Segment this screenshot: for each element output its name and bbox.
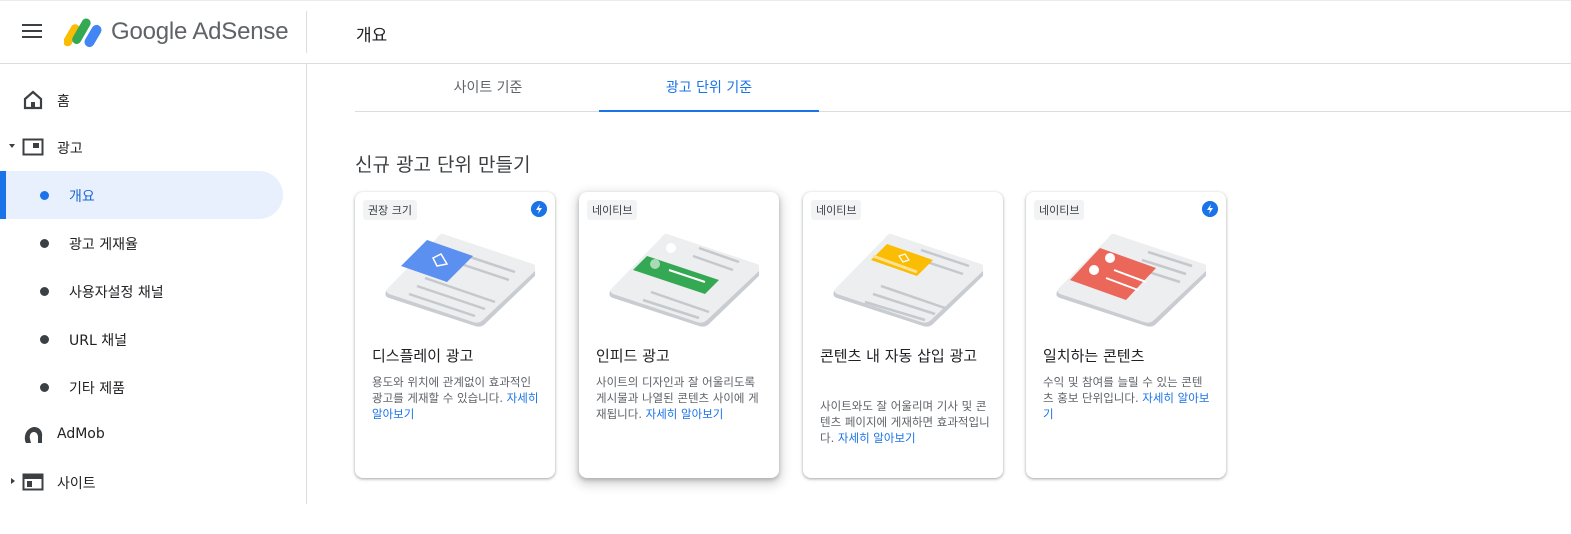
card-title: 인피드 광고 — [596, 347, 670, 365]
card-description: 용도와 위치에 관계없이 효과적인 광고를 게재할 수 있습니다. 자세히 알아… — [372, 374, 542, 422]
card-badge: 네이티브 — [587, 200, 638, 220]
in-article-ad-illustration — [833, 233, 983, 327]
card-badge: 네이티브 — [1034, 200, 1085, 220]
caret-right-icon[interactable] — [11, 478, 15, 484]
top-app-bar: Google AdSense 개요 — [0, 0, 1571, 64]
matched-content-illustration — [1056, 233, 1206, 327]
sites-icon — [22, 473, 44, 491]
sidebar-item-admob[interactable]: AdMob — [0, 411, 283, 459]
card-title: 일치하는 콘텐츠 — [1043, 347, 1145, 365]
bullet-icon — [40, 287, 49, 296]
card-title: 디스플레이 광고 — [372, 347, 474, 365]
card-badge: 네이티브 — [811, 200, 862, 220]
learn-more-link[interactable]: 자세히 알아보기 — [646, 407, 724, 421]
bullet-icon — [40, 239, 49, 248]
bullet-icon — [40, 335, 49, 344]
tab-by-ad-unit[interactable]: 광고 단위 기준 — [599, 64, 819, 112]
sidebar-item-home[interactable]: 홈 — [0, 76, 283, 124]
card-title: 콘텐츠 내 자동 삽입 광고 — [820, 347, 978, 365]
section-title: 신규 광고 단위 만들기 — [355, 154, 531, 176]
adsense-logo[interactable] — [64, 15, 104, 49]
sidebar-item-label: 광고 게재율 — [69, 237, 138, 253]
ads-icon — [22, 138, 44, 156]
sidebar-item-label: 기타 제품 — [69, 381, 125, 397]
sidebar-item-ad-serving[interactable]: 광고 게재율 — [0, 219, 283, 267]
tab-by-site[interactable]: 사이트 기준 — [378, 64, 598, 112]
sidebar-item-custom-channels[interactable]: 사용자설정 채널 — [0, 267, 283, 315]
card-badge: 권장 크기 — [363, 200, 417, 220]
sidebar-item-label: 사이트 — [57, 476, 96, 492]
ad-unit-card-in-feed[interactable]: 네이티브 인피드 광고 사이트의 디자인과 잘 어울리도록 게시물과 나열된 콘… — [579, 192, 779, 478]
sidebar-item-other-products[interactable]: 기타 제품 — [0, 363, 283, 411]
page-title: 개요 — [356, 26, 388, 46]
header-divider — [306, 11, 307, 53]
sidebar-item-ads[interactable]: 광고 — [0, 123, 283, 171]
menu-icon[interactable] — [22, 24, 44, 42]
card-description: 사이트와도 잘 어울리며 기사 및 콘텐츠 페이지에 게재하면 효과적입니다. … — [820, 398, 990, 446]
bullet-icon — [40, 191, 49, 200]
sidebar-item-label: URL 채널 — [69, 333, 127, 349]
sidebar-item-label: 개요 — [69, 189, 95, 205]
sidebar-item-sites[interactable]: 사이트 — [0, 458, 283, 506]
ad-unit-card-matched-content[interactable]: 네이티브 일치하는 콘텐츠 수익 및 참여를 늘릴 수 있는 콘텐츠 홍보 단위… — [1026, 192, 1226, 478]
sidebar-item-overview[interactable]: 개요 — [0, 171, 283, 219]
card-description: 수익 및 참여를 늘릴 수 있는 콘텐츠 홍보 단위입니다. 자세히 알아보기 — [1043, 374, 1213, 422]
sidebar-item-label: 광고 — [57, 141, 83, 157]
tab-bar: 사이트 기준 광고 단위 기준 — [355, 64, 1571, 112]
home-icon — [23, 90, 43, 110]
bolt-icon — [531, 201, 547, 217]
learn-more-link[interactable]: 자세히 알아보기 — [838, 431, 916, 445]
ad-unit-card-in-article[interactable]: 네이티브 콘텐츠 내 자동 삽입 광고 사이트와도 잘 어울리며 기사 및 콘텐… — [803, 192, 1003, 478]
display-ad-illustration — [385, 233, 535, 327]
sidebar-item-label: 사용자설정 채널 — [69, 285, 164, 301]
brand-name[interactable]: Google AdSense — [111, 18, 289, 46]
bolt-icon — [1202, 201, 1218, 217]
caret-down-icon[interactable] — [9, 144, 15, 148]
sidebar: 홈 광고 개요 광고 게재율 사용자설정 채널 URL 채널 기타 제품 AdM… — [0, 64, 307, 504]
ad-unit-card-display[interactable]: 권장 크기 디스플레이 광고 용도와 위치에 관계없이 효과적인 광고를 게재할… — [355, 192, 555, 478]
admob-icon — [24, 427, 43, 443]
sidebar-item-url-channels[interactable]: URL 채널 — [0, 315, 283, 363]
sidebar-item-label: 홈 — [57, 94, 70, 110]
bullet-icon — [40, 383, 49, 392]
in-feed-ad-illustration — [609, 233, 759, 327]
sidebar-item-label: AdMob — [57, 426, 105, 442]
card-description: 사이트의 디자인과 잘 어울리도록 게시물과 나열된 콘텐츠 사이에 게재됩니다… — [596, 374, 766, 422]
